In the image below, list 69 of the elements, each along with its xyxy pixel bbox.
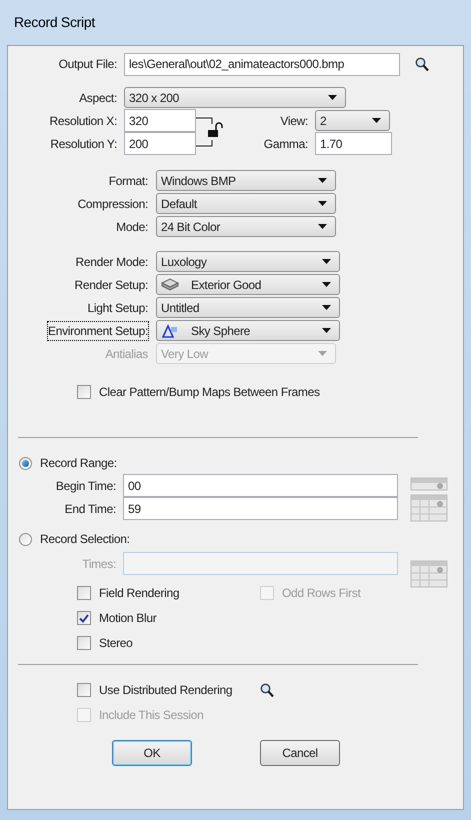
setting-dropdown[interactable]: Windows BMP [156,170,336,191]
calendar-gear-icon [410,494,450,522]
dropdown-caret-icon [372,118,381,123]
resolution-field[interactable]: 200 [124,132,196,155]
time-field[interactable]: 59 [123,497,398,520]
checkbox-label: Field Rendering [99,585,180,602]
setting-dropdown[interactable]: 24 Bit Color [156,216,336,237]
setting-dropdown[interactable]: Sky Sphere [156,320,340,341]
dropdown-caret-icon [318,201,327,206]
checkbox[interactable] [77,586,91,600]
search-icon[interactable] [415,56,429,72]
checkbox-label: Include This Session [99,707,204,724]
aspect-dropdown[interactable]: 320 x 200 [124,87,346,108]
field-label: Render Setup: [74,276,148,294]
field-label: Resolution X: [50,112,117,130]
setting-dropdown[interactable]: Default [156,193,336,214]
checkbox-label: Stereo [99,635,133,652]
checkbox[interactable] [77,611,91,625]
radio-label: Record Selection: [40,531,130,548]
time-field[interactable]: 00 [123,474,398,497]
field-label: Light Setup: [88,300,148,316]
dropdown-caret-icon [318,178,327,183]
output-file-field[interactable]: les\General\out\02_animateactors000.bmp [124,52,400,76]
dropdown-caret-icon [322,305,331,310]
field-label: Begin Time: [56,478,116,494]
field-label: Mode: [116,218,148,236]
field-label: Output File: [58,56,117,73]
dropdown-caret-icon [318,224,327,229]
checkbox[interactable] [77,385,91,399]
checkbox[interactable] [77,636,91,650]
field-label: Environment Setup: [48,322,148,340]
checkbox-label: Odd Rows First [282,585,360,602]
dropdown-caret-icon [322,282,331,287]
checkmark-icon [79,614,89,622]
radio-button[interactable] [19,532,32,546]
search-icon[interactable] [260,682,274,698]
material-layers-icon [161,278,179,292]
calendar-gear-icon [410,560,450,588]
checkbox-label: Motion Blur [99,610,156,627]
setting-dropdown[interactable]: Exterior Good [156,274,340,295]
gamma-field[interactable]: 1.70 [315,132,392,155]
radio-button[interactable] [19,456,32,470]
field-label: Format: [108,172,148,190]
sky-sphere-icon [161,324,179,338]
dropdown-caret-icon [328,95,337,100]
field-label: Aspect: [79,90,117,106]
checkbox[interactable] [77,683,91,697]
setting-dropdown[interactable]: Untitled [156,297,340,318]
checkbox-label: Clear Pattern/Bump Maps Between Frames [99,384,320,401]
dropdown-caret-icon [322,328,331,333]
field-label: Gamma: [264,136,308,152]
field-label: Antialias [105,346,148,362]
field-label: Compression: [78,196,148,212]
field-label: Times: [82,556,116,572]
setting-dropdown[interactable]: Luxology [156,251,340,272]
field-label: End Time: [64,500,116,518]
field-label: View: [280,112,308,130]
view-dropdown[interactable]: 2 [315,110,390,131]
dropdown-caret-icon [322,259,331,264]
checkbox-label: Use Distributed Rendering [99,682,232,699]
dialog-button[interactable]: Cancel [260,740,340,766]
radio-label: Record Range: [40,455,117,472]
window-title: Record Script [14,13,95,32]
dropdown-caret-icon [318,351,327,356]
field-label: Render Mode: [76,254,148,270]
calendar-gear-icon [410,477,450,491]
dialog-button[interactable]: OK [112,740,192,766]
field-label: Resolution Y: [50,136,117,152]
resolution-field[interactable]: 320 [124,109,196,132]
